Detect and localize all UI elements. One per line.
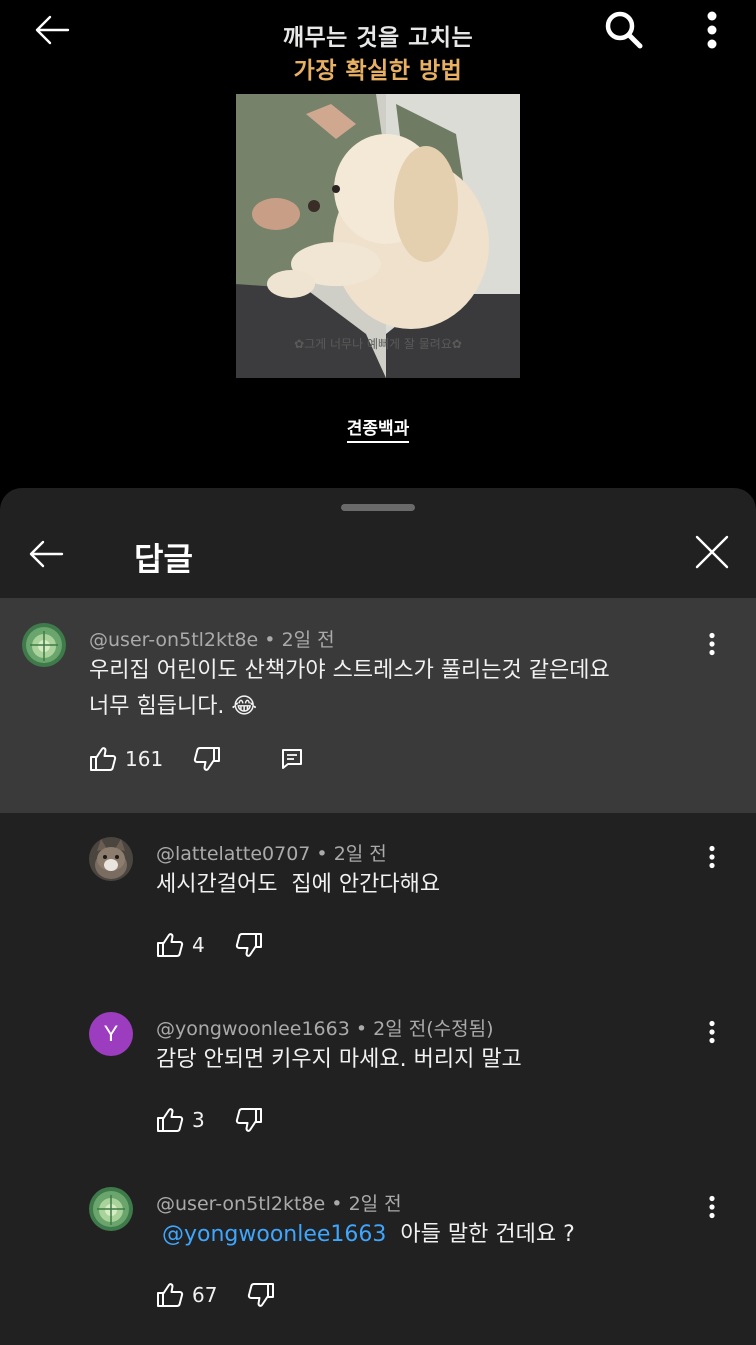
reply-comment: Y @yongwoonlee1663 • 2일 전(수정됨) 감당 안되면 키우… [0, 988, 756, 1163]
comment-time: 2일 전 [281, 629, 335, 651]
like-count: 4 [192, 933, 205, 957]
comment-author[interactable]: @user-on5tl2kt8e [89, 629, 258, 651]
comment-actions: 161 [89, 739, 303, 779]
reply-comment: @user-on5tl2kt8e • 2일 전 @yongwoonlee1663… [0, 1163, 756, 1345]
parent-comment: @user-on5tl2kt8e • 2일 전 우리집 어린이도 산책가야 스트… [0, 599, 756, 813]
like-button[interactable]: 4 [156, 925, 205, 965]
video-player[interactable]: 깨무는 것을 고치는 가장 확실한 방법 ✿그게 너무나 예뻐게 잘 물려요✿ [0, 0, 756, 490]
like-count: 67 [192, 1283, 218, 1307]
separator: • [316, 843, 328, 865]
close-icon[interactable] [690, 530, 734, 574]
dislike-button[interactable] [235, 1100, 263, 1140]
thumbs-up-icon [157, 933, 184, 957]
comment-meta: @user-on5tl2kt8e • 2일 전 [89, 625, 335, 652]
thumbs-up-icon [157, 1283, 184, 1307]
comment-author[interactable]: @yongwoonlee1663 [156, 1018, 350, 1040]
reply-comment: @lattelatte0707 • 2일 전 세시간걸어도 집에 안간다해요 4 [0, 813, 756, 988]
dislike-button[interactable] [235, 925, 263, 965]
comment-icon [282, 749, 303, 769]
dislike-button[interactable] [193, 739, 221, 779]
more-vert-icon[interactable] [697, 1012, 727, 1052]
like-count: 3 [192, 1108, 205, 1132]
cabbage-avatar-image [89, 1187, 133, 1231]
thumbs-up-icon [90, 747, 117, 771]
mention-link[interactable]: @yongwoonlee1663 [162, 1222, 386, 1247]
drag-handle[interactable] [341, 504, 415, 511]
replies-sheet: 답글 @user-on5tl2kt8e • 2일 전 우리집 어린이도 산책가야… [0, 488, 756, 1345]
like-button[interactable]: 161 [89, 739, 163, 779]
separator: • [264, 629, 276, 651]
thumbnail-subtitle: ✿그게 너무나 예뻐게 잘 물려요✿ [294, 337, 462, 351]
avatar[interactable]: Y [89, 1012, 133, 1056]
comment-text: 세시간걸어도 집에 안간다해요 [156, 872, 441, 897]
thumbs-down-icon [235, 1108, 262, 1132]
comment-text: 감당 안되면 키우지 마세요. 버리지 말고 [156, 1047, 522, 1072]
comment-author[interactable]: @lattelatte0707 [156, 843, 310, 865]
like-count: 161 [125, 747, 164, 771]
more-vert-icon[interactable] [697, 1187, 727, 1227]
avatar[interactable] [22, 623, 66, 667]
avatar[interactable] [89, 1187, 133, 1231]
avatar-letter: Y [103, 1021, 119, 1046]
comment-time: 2일 전 [333, 843, 387, 865]
thumbs-up-icon [157, 1108, 184, 1132]
cabbage-avatar-image [22, 623, 66, 667]
comment-text-line: 너무 힘듭니다. 😂 [89, 694, 258, 719]
separator: • [355, 1018, 368, 1040]
back-arrow-icon[interactable] [22, 534, 70, 574]
thumbs-down-icon [235, 933, 262, 957]
comment-meta: @user-on5tl2kt8e • 2일 전 [156, 1189, 402, 1216]
comment-author[interactable]: @user-on5tl2kt8e [156, 1193, 325, 1215]
comment-actions: 3 [156, 1100, 263, 1140]
comment-actions: 67 [156, 1275, 275, 1315]
video-title-line1: 깨무는 것을 고치는 [282, 25, 474, 51]
comment-text-line: 우리집 어린이도 산책가야 스트레스가 풀리는것 같은데요 [89, 658, 610, 683]
comment-actions: 4 [156, 925, 263, 965]
comment-time: 2일 전 [348, 1193, 402, 1215]
channel-name-text[interactable]: 견종백과 [346, 419, 410, 443]
like-button[interactable]: 3 [156, 1100, 205, 1140]
more-vert-icon[interactable] [697, 837, 727, 877]
separator: • [331, 1193, 343, 1215]
sheet-title: 답글 [134, 540, 193, 578]
comment-text: 우리집 어린이도 산책가야 스트레스가 풀리는것 같은데요 너무 힘듭니다. 😂 [89, 653, 709, 725]
channel-name[interactable]: 견종백과 [0, 414, 756, 443]
video-title-line2: 가장 확실한 방법 [293, 58, 463, 84]
avatar[interactable] [89, 837, 133, 881]
like-button[interactable]: 67 [156, 1275, 217, 1315]
reply-button[interactable] [281, 739, 303, 779]
comment-time: 2일 전(수정됨) [373, 1018, 494, 1040]
cat-avatar-image [89, 837, 133, 881]
video-thumbnail[interactable]: ✿그게 너무나 예뻐게 잘 물려요✿ [236, 94, 520, 378]
thumbs-down-icon [194, 747, 221, 771]
more-vert-icon[interactable] [697, 624, 727, 664]
dislike-button[interactable] [247, 1275, 275, 1315]
comment-text-body: 아들 말한 건데요 ? [400, 1222, 575, 1247]
thumbs-down-icon [248, 1283, 275, 1307]
sheet-header: 답글 [0, 518, 756, 598]
comment-meta: @lattelatte0707 • 2일 전 [156, 839, 387, 866]
comment-text: @yongwoonlee1663 아들 말한 건데요 ? [162, 1217, 702, 1253]
comment-meta: @yongwoonlee1663 • 2일 전(수정됨) [156, 1014, 494, 1041]
